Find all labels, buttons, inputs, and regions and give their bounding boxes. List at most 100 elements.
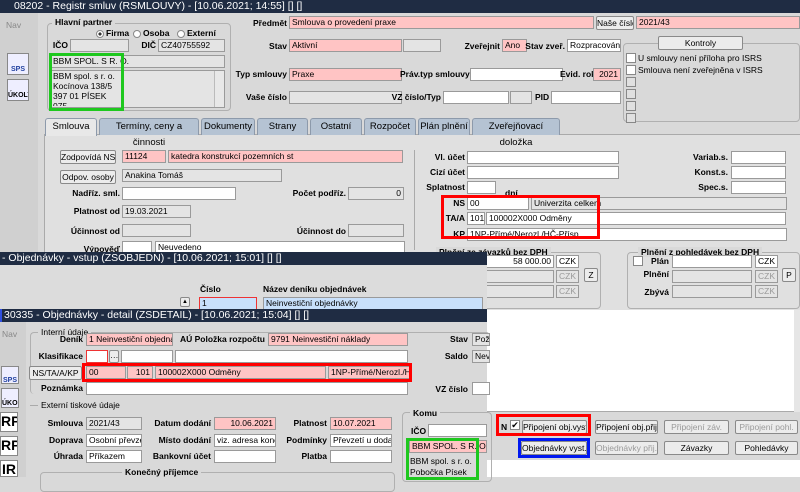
- address-scrollbar[interactable]: [214, 71, 224, 107]
- vz-typ-input[interactable]: [510, 91, 532, 104]
- komu-ico-input[interactable]: [428, 424, 487, 437]
- pocet-podriz-input[interactable]: 0: [348, 187, 404, 200]
- list-scrollbar[interactable]: [794, 310, 800, 412]
- records-list[interactable]: [487, 310, 800, 412]
- kontrola-checkbox[interactable]: [626, 77, 636, 87]
- ns-ta-a-kp-button[interactable]: NS/TA/A/KP: [29, 366, 82, 380]
- ucinnost-do-input[interactable]: [348, 224, 404, 237]
- plneni-zav-currency[interactable]: CZK: [556, 255, 579, 268]
- platnost-od-input[interactable]: 19.03.2021: [122, 205, 191, 218]
- saldo-input[interactable]: Nevyrovnáno: [472, 350, 490, 363]
- kontrola-checkbox[interactable]: [626, 65, 636, 75]
- klasifikace-name[interactable]: [175, 350, 408, 363]
- p-button[interactable]: P: [782, 268, 796, 282]
- odpov-osoby-button[interactable]: Odpov. osoby: [60, 170, 116, 184]
- evid-rok-input[interactable]: 2021: [593, 68, 621, 81]
- tab-smlouva[interactable]: Smlouva: [45, 118, 97, 136]
- kontrola-checkbox[interactable]: [626, 113, 636, 123]
- ucinnost-od-input[interactable]: [122, 224, 191, 237]
- podminky-input[interactable]: Převzetí u dodavatele: [330, 434, 392, 447]
- tab-strany[interactable]: Strany: [257, 118, 308, 135]
- nav-button[interactable]: Nav: [2, 328, 17, 340]
- misto-dodani-input[interactable]: viz. adresa konečného: [214, 434, 276, 447]
- radio-osoba[interactable]: Osoba: [133, 27, 169, 39]
- zverejnit-input[interactable]: Ano: [502, 39, 527, 52]
- ukoly-icon[interactable]: ÚKOLY: [7, 79, 29, 101]
- z-button[interactable]: Z: [584, 268, 598, 282]
- denik-input[interactable]: 1 Neinvestiční objednávky: [86, 333, 173, 346]
- plan-input[interactable]: [672, 255, 752, 268]
- nav-button[interactable]: Nav: [6, 19, 21, 31]
- tab-plan-plneni[interactable]: Plán plnění: [418, 118, 470, 135]
- poznamka-input[interactable]: [86, 382, 408, 395]
- doprava-input[interactable]: Osobní převzetí: [86, 434, 142, 447]
- tab-dokumenty[interactable]: Dokumenty: [201, 118, 255, 135]
- datum-dodani-input[interactable]: 10.06.2021: [214, 417, 276, 430]
- predmet-input[interactable]: Smlouva o provedení praxe: [289, 16, 594, 29]
- vl-ucet-input[interactable]: [467, 151, 619, 164]
- radio-firma[interactable]: Firma: [96, 27, 129, 39]
- window-titlebar-objednavky-vstup[interactable]: - Objednávky - vstup (ZSOBJEDN) - [10.06…: [0, 252, 487, 265]
- klasifikace-lookup-button[interactable]: …: [109, 350, 119, 363]
- tab-ostatni[interactable]: Ostatní: [310, 118, 362, 135]
- pripojeni-pohl-button[interactable]: Připojení pohl.: [735, 420, 798, 434]
- variab-input[interactable]: [731, 151, 786, 164]
- ukoly-icon[interactable]: ÚKOLY: [1, 388, 19, 408]
- window-titlebar-registr-smluv[interactable]: 08202 - Registr smluv (RSMLOUVY) - [10.0…: [0, 0, 800, 13]
- vz-cislo-input[interactable]: [472, 382, 490, 395]
- stav-extra-input[interactable]: [403, 39, 441, 52]
- stav-zver-input[interactable]: Rozpracováno: [567, 39, 621, 52]
- nase-cislo-button[interactable]: Naše číslo: [596, 16, 634, 30]
- rp-cz-icon[interactable]: RP: [0, 412, 18, 432]
- radio-externi[interactable]: Externí: [177, 27, 216, 39]
- smlouva-input[interactable]: 2021/43: [86, 417, 142, 430]
- plan-currency[interactable]: CZK: [755, 255, 778, 268]
- nadriz-sml-input[interactable]: [122, 187, 236, 200]
- typ-smlouvy-input[interactable]: Praxe: [289, 68, 402, 81]
- bankovni-ucet-input[interactable]: [214, 450, 276, 463]
- uhrada-input[interactable]: Příkazem: [86, 450, 142, 463]
- zbyva-currency[interactable]: CZK: [755, 285, 778, 298]
- tab-rozpocet[interactable]: Rozpočet: [364, 118, 416, 135]
- kontrola-checkbox[interactable]: [626, 89, 636, 99]
- kontroly-button[interactable]: Kontroly: [658, 36, 743, 50]
- ir-icon[interactable]: IR: [0, 460, 18, 477]
- cizi-ucet-input[interactable]: [467, 166, 619, 179]
- pripojeni-obj-prij-button[interactable]: Připojení obj.přij.: [595, 420, 658, 434]
- zavazky-button[interactable]: Závazky: [664, 441, 729, 455]
- odpov-osoby-input[interactable]: Anakina Tomáš: [122, 169, 282, 182]
- vase-cislo-input[interactable]: [289, 91, 402, 104]
- konst-input[interactable]: [731, 166, 786, 179]
- objednavky-prij-button[interactable]: Objednávky přij.: [595, 441, 658, 455]
- au-polozka-input[interactable]: 9791 Neinvestiční náklady: [268, 333, 408, 346]
- kontrola-checkbox[interactable]: [626, 101, 636, 111]
- vz-cislo-input[interactable]: [443, 91, 509, 104]
- ico-input[interactable]: [70, 39, 129, 52]
- zbyva-input[interactable]: [672, 285, 752, 298]
- tab-zverejnovaci-dolozka[interactable]: Zveřejňovací doložka: [472, 118, 560, 148]
- stav-input[interactable]: Aktivní: [289, 39, 402, 52]
- platnost-input[interactable]: 10.07.2021: [330, 417, 392, 430]
- pid-input[interactable]: [551, 91, 621, 104]
- stav-input[interactable]: Požadavek: [472, 333, 490, 346]
- plan-checkbox[interactable]: [633, 256, 643, 266]
- plneni-zav-currency2[interactable]: CZK: [556, 270, 579, 283]
- prav-typ-input[interactable]: [470, 68, 563, 81]
- scroll-up-icon[interactable]: ▲: [180, 297, 190, 307]
- splatnost-input[interactable]: [467, 181, 496, 194]
- zodpovida-ns-name[interactable]: katedra konstrukcí pozemních st: [168, 150, 403, 163]
- platba-input[interactable]: [330, 450, 392, 463]
- plneni-zav-row3[interactable]: [485, 285, 554, 298]
- zodpovida-ns-button[interactable]: Zodpovídá NS: [60, 150, 116, 164]
- rp-eu-icon[interactable]: RP: [0, 436, 18, 456]
- pripojeni-zav-button[interactable]: Připojení záv.: [664, 420, 729, 434]
- plneni-currency[interactable]: CZK: [755, 270, 778, 283]
- plneni-zav-row2[interactable]: [485, 270, 554, 283]
- klasifikace-input[interactable]: [86, 350, 108, 363]
- zodpovida-ns-code[interactable]: 11124: [122, 150, 166, 163]
- sps-icon[interactable]: SPS: [1, 366, 19, 384]
- plneni-zav-value[interactable]: 58 000.00: [485, 255, 554, 268]
- tab-terminy[interactable]: Termíny, ceny a činnosti: [99, 118, 199, 148]
- dic-input[interactable]: CZ40755592: [158, 39, 225, 52]
- nase-cislo-input[interactable]: 2021/43: [636, 16, 800, 29]
